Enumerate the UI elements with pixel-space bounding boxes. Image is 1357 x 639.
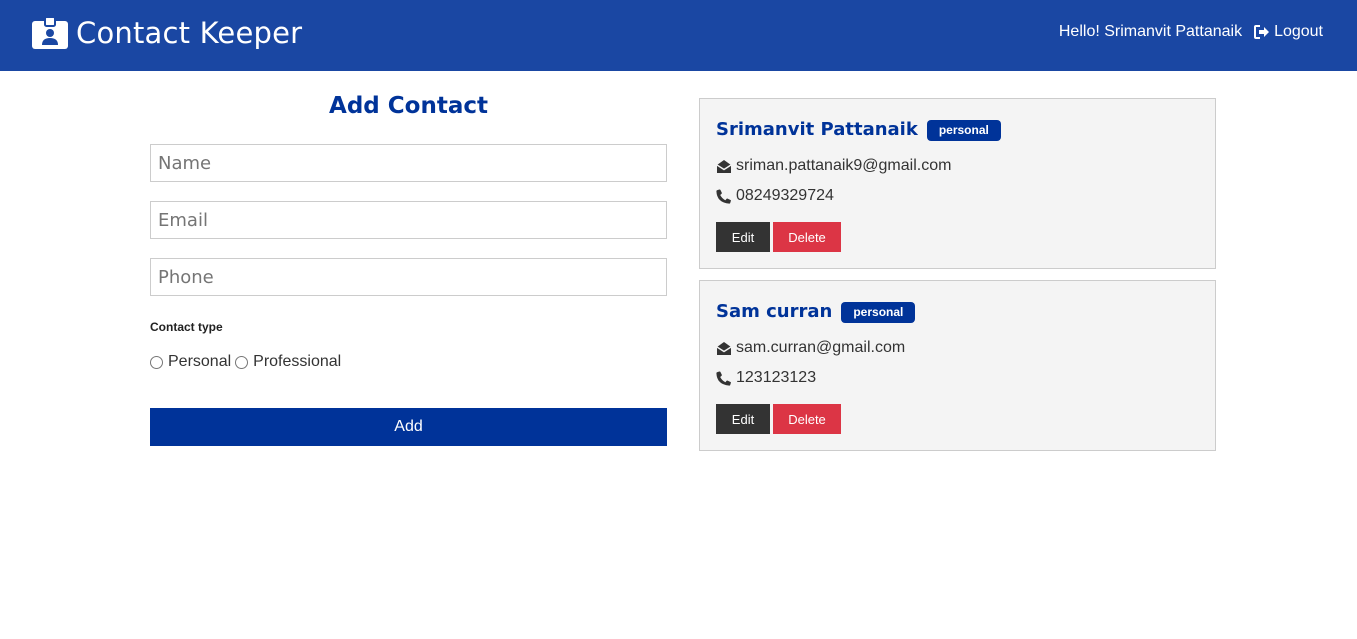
- form-title: Add Contact: [329, 93, 488, 119]
- radio-professional[interactable]: [235, 355, 249, 369]
- sign-out-icon: [1254, 25, 1270, 39]
- contact-email: sriman.pattanaik9@gmail.com: [736, 157, 952, 174]
- delete-button[interactable]: Delete: [773, 222, 841, 252]
- logout-label: Logout: [1274, 23, 1323, 40]
- contact-card: Srimanvit Pattanaik personal sriman.patt…: [699, 98, 1216, 269]
- nav-right: Hello! Srimanvit Pattanaik Logout: [1059, 22, 1323, 42]
- contact-type-label: Contact type: [150, 320, 223, 334]
- envelope-open-icon: [716, 341, 732, 355]
- phone-icon: [716, 370, 731, 386]
- contact-phone: 123123123: [736, 369, 817, 386]
- app-title: Contact Keeper: [76, 16, 303, 50]
- delete-button[interactable]: Delete: [773, 404, 841, 434]
- contact-phone: 08249329724: [736, 187, 834, 204]
- edit-button[interactable]: Edit: [716, 404, 770, 434]
- contact-type-badge: personal: [926, 119, 1001, 141]
- contact-email: sam.curran@gmail.com: [736, 339, 906, 356]
- id-badge-icon: [32, 17, 68, 49]
- radio-professional-label[interactable]: Professional: [253, 353, 341, 371]
- contact-form: Add Contact Contact type Personal Profes…: [150, 90, 667, 446]
- contact-name: Sam curran: [716, 301, 833, 322]
- contact-email-row: sam.curran@gmail.com: [716, 339, 905, 357]
- edit-button[interactable]: Edit: [716, 222, 770, 252]
- name-input[interactable]: [150, 144, 667, 182]
- contact-phone-row: 123123123: [716, 369, 816, 387]
- envelope-open-icon: [716, 159, 732, 173]
- user-greeting: Hello! Srimanvit Pattanaik: [1058, 23, 1243, 40]
- contact-type-badge: personal: [841, 301, 916, 323]
- phone-input[interactable]: [150, 258, 667, 296]
- contact-header: Sam curran personal: [716, 301, 916, 323]
- contact-email-row: sriman.pattanaik9@gmail.com: [716, 157, 951, 175]
- brand[interactable]: Contact Keeper: [32, 15, 302, 51]
- contact-card: Sam curran personal sam.curran@gmail.com…: [699, 280, 1216, 451]
- contact-header: Srimanvit Pattanaik personal: [716, 119, 1001, 141]
- contact-name: Srimanvit Pattanaik: [716, 119, 918, 140]
- contact-type-options: Personal Professional: [150, 353, 345, 371]
- contact-phone-row: 08249329724: [716, 187, 834, 205]
- phone-icon: [716, 188, 731, 204]
- email-input[interactable]: [150, 201, 667, 239]
- logout-link[interactable]: Logout: [1254, 22, 1323, 42]
- radio-personal-label[interactable]: Personal: [168, 353, 231, 371]
- navbar: Contact Keeper Hello! Srimanvit Pattanai…: [0, 0, 1357, 71]
- add-contact-button[interactable]: Add: [150, 408, 667, 446]
- radio-personal[interactable]: [150, 355, 163, 369]
